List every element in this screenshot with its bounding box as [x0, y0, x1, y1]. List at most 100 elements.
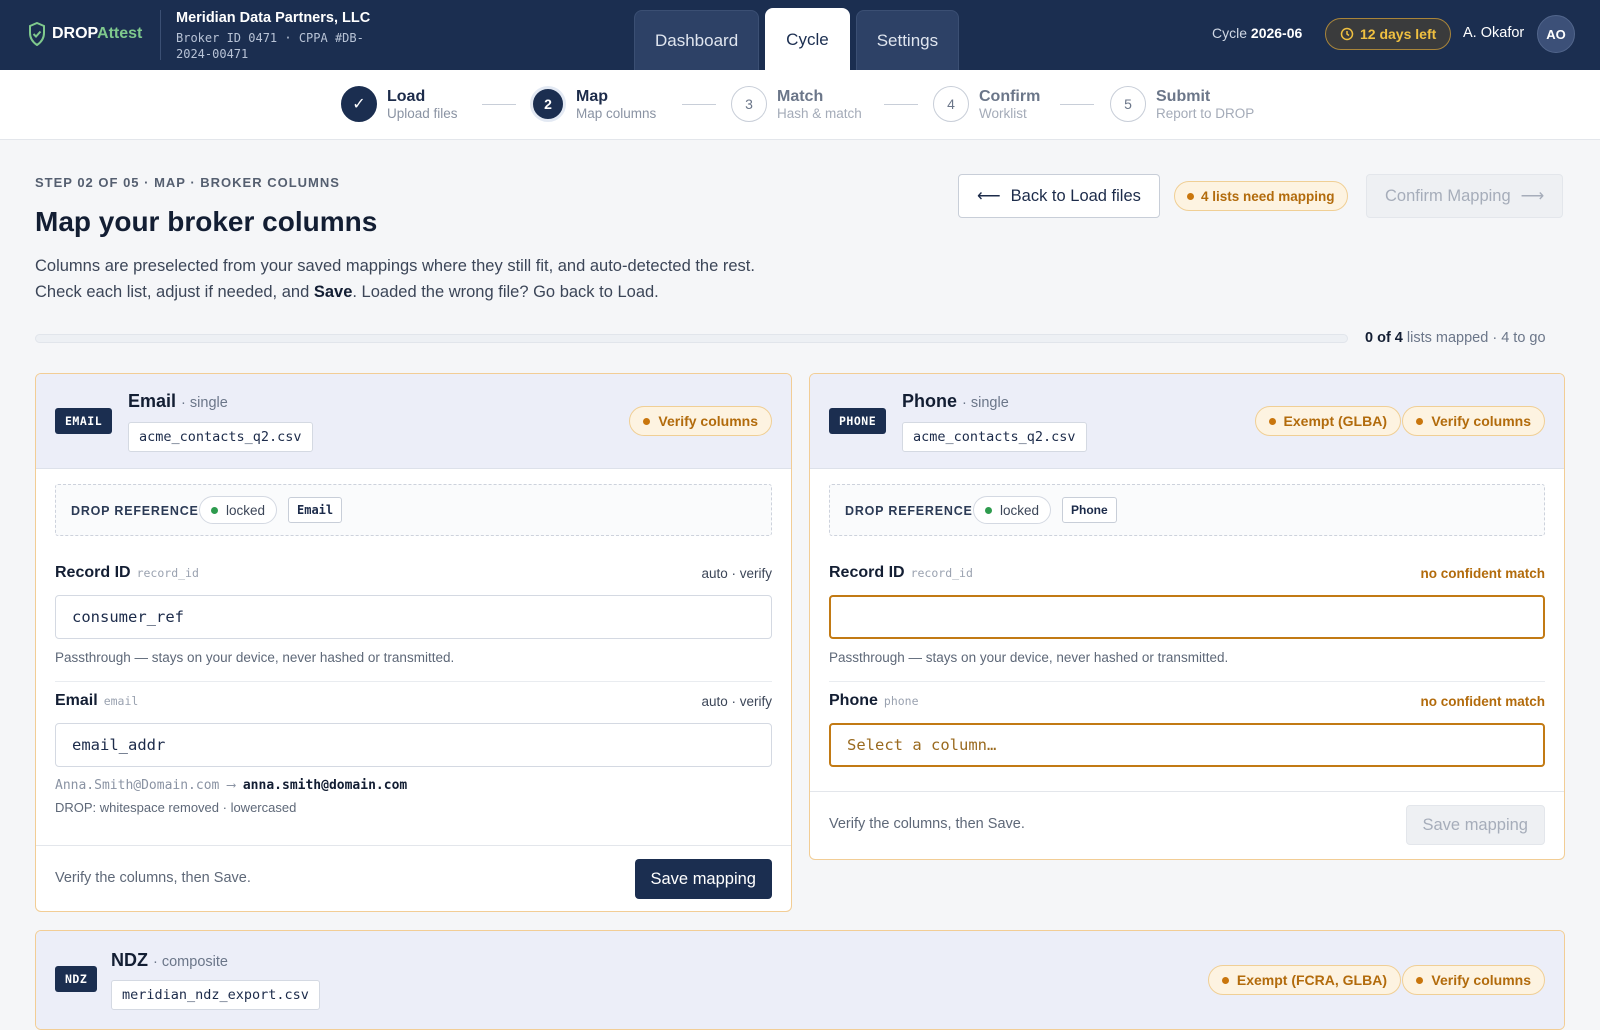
- normalization-sample: Anna.Smith@Domain.com ⟶ anna.smith@domai…: [55, 778, 407, 793]
- status-dot-icon: [985, 506, 992, 514]
- progress-rest: lists mapped · 4 to go: [1406, 330, 1546, 346]
- arrow-right-icon: ⟶: [1520, 187, 1545, 205]
- logo-drop-text: DROP: [52, 25, 98, 42]
- broker-meta: Broker ID 0471 · CPPA #DB-2024-00471: [176, 31, 364, 61]
- tab-settings[interactable]: Settings: [855, 10, 960, 70]
- status-dot-icon: [1221, 976, 1229, 984]
- step-title: Load: [387, 87, 426, 105]
- list-type-tag: PHONE: [829, 408, 887, 434]
- back-button-label: Back to Load files: [1010, 186, 1141, 205]
- step-title: Map: [576, 87, 608, 105]
- exempt-badge: Exempt (FCRA, GLBA): [1207, 965, 1401, 995]
- phone-select[interactable]: Select a column…: [829, 723, 1545, 767]
- reference-chip: Email: [288, 497, 343, 523]
- list-type-tag: NDZ: [55, 966, 98, 992]
- drop-reference-label: DROP REFERENCE: [845, 504, 973, 518]
- user-name[interactable]: A. Okafor: [1463, 25, 1524, 41]
- phone-mapping-card: PHONE Phone · single acme_contacts_q2.cs…: [809, 373, 1565, 860]
- card-header: EMAIL Email · single acme_contacts_q2.cs…: [36, 374, 791, 469]
- status-dot-icon: [1268, 417, 1276, 425]
- footer-text: Verify the columns, then Save.: [55, 870, 251, 886]
- card-title-text: Email: [128, 391, 177, 411]
- card-title: NDZ · composite: [111, 950, 228, 971]
- status-dot-icon: [1187, 192, 1194, 200]
- description-line-2c: . Loaded the wrong file? Go back to Load…: [352, 283, 659, 301]
- status-dot-icon: [1416, 417, 1424, 425]
- badge-text: Exempt (FCRA, GLBA): [1236, 972, 1387, 988]
- email-select[interactable]: email_addr: [55, 723, 772, 767]
- field-key: phone: [883, 694, 919, 708]
- cycle-label: Cycle: [1212, 25, 1248, 41]
- needs-mapping-badge: 4 lists need mapping: [1174, 181, 1348, 211]
- field-divider: [55, 681, 772, 682]
- field-label-record-id: Record ID record_id: [829, 564, 973, 582]
- reference-chip: Phone: [1062, 497, 1117, 523]
- tab-dashboard[interactable]: Dashboard: [634, 10, 760, 70]
- step-title: Confirm: [979, 87, 1041, 105]
- step-map[interactable]: 2 Map Map columns: [530, 86, 656, 122]
- cycle-value: 2026-06: [1250, 25, 1303, 41]
- step-connector: [682, 104, 716, 105]
- arrow-right-icon: ⟶: [227, 778, 236, 793]
- confirm-mapping-button[interactable]: Confirm Mapping ⟶: [1366, 174, 1564, 218]
- step-number: 5: [1110, 86, 1146, 122]
- locked-text: locked: [1000, 502, 1040, 518]
- drop-reference-label: DROP REFERENCE: [71, 504, 199, 518]
- step-submit[interactable]: 5 Submit Report to DROP: [1110, 86, 1254, 122]
- save-mapping-button[interactable]: Save mapping: [1405, 805, 1545, 845]
- card-header: PHONE Phone · single acme_contacts_q2.cs…: [810, 374, 1564, 469]
- card-header: NDZ NDZ · composite meridian_ndz_export.…: [36, 931, 1564, 1029]
- field-key: email: [103, 694, 139, 708]
- step-confirm[interactable]: 4 Confirm Worklist: [933, 86, 1040, 122]
- sample-input: Anna.Smith@Domain.com: [55, 778, 220, 793]
- field-status: no confident match: [1420, 694, 1546, 709]
- field-key: record_id: [136, 566, 199, 580]
- step-subtitle: Report to DROP: [1156, 105, 1255, 121]
- field-key: record_id: [910, 566, 973, 580]
- file-name-chip: acme_contacts_q2.csv: [128, 422, 313, 452]
- step-title: Match: [777, 87, 824, 105]
- mapping-progress-bar: [35, 334, 1348, 343]
- record-id-select[interactable]: [829, 595, 1545, 639]
- field-label-text: Email: [55, 692, 98, 709]
- app-logo[interactable]: DROPAttest: [28, 22, 142, 46]
- step-match[interactable]: 3 Match Hash & match: [731, 86, 862, 122]
- field-label-text: Record ID: [829, 564, 905, 581]
- clock-icon: [1340, 27, 1354, 41]
- field-status: auto · verify: [701, 694, 772, 709]
- status-dot-icon: [211, 506, 218, 514]
- step-number: 3: [731, 86, 767, 122]
- step-number: 4: [933, 86, 969, 122]
- file-name-chip: acme_contacts_q2.csv: [902, 422, 1087, 452]
- step-load[interactable]: ✓ Load Upload files: [341, 86, 458, 122]
- step-connector: [482, 104, 516, 105]
- top-bar: DROPAttest Meridian Data Partners, LLC B…: [0, 0, 1600, 70]
- card-kind: · composite: [153, 954, 228, 970]
- field-status: auto · verify: [701, 566, 772, 581]
- field-label-record-id: Record ID record_id: [55, 564, 199, 582]
- locked-badge: locked: [973, 496, 1052, 524]
- main-tabs: Dashboard Cycle Settings: [634, 8, 960, 70]
- field-label-email: Email email: [55, 692, 138, 710]
- field-status: no confident match: [1420, 566, 1546, 581]
- card-kind: · single: [181, 395, 228, 411]
- description-line-1: Columns are preselected from your saved …: [35, 257, 755, 275]
- tab-cycle[interactable]: Cycle: [765, 8, 850, 70]
- back-to-load-button[interactable]: ⟵ Back to Load files: [958, 174, 1160, 218]
- step-title: Submit: [1156, 87, 1211, 105]
- field-divider: [829, 681, 1545, 682]
- card-kind: · single: [962, 395, 1009, 411]
- sample-output: anna.smith@domain.com: [242, 778, 408, 793]
- card-footer: Verify the columns, then Save. Save mapp…: [36, 845, 791, 911]
- record-id-select[interactable]: consumer_ref: [55, 595, 772, 639]
- drop-reference: DROP REFERENCE locked Phone: [829, 484, 1545, 536]
- card-title-text: NDZ: [111, 950, 148, 970]
- company-name: Meridian Data Partners, LLC: [176, 10, 371, 26]
- field-label-text: Phone: [829, 692, 878, 709]
- needs-mapping-text: 4 lists need mapping: [1201, 188, 1335, 204]
- avatar[interactable]: AO: [1537, 15, 1575, 53]
- exempt-badge: Exempt (GLBA): [1254, 406, 1401, 436]
- save-mapping-button[interactable]: Save mapping: [634, 859, 772, 899]
- shield-check-icon: [29, 22, 45, 46]
- normalization-note: DROP: whitespace removed · lowercased: [55, 800, 297, 815]
